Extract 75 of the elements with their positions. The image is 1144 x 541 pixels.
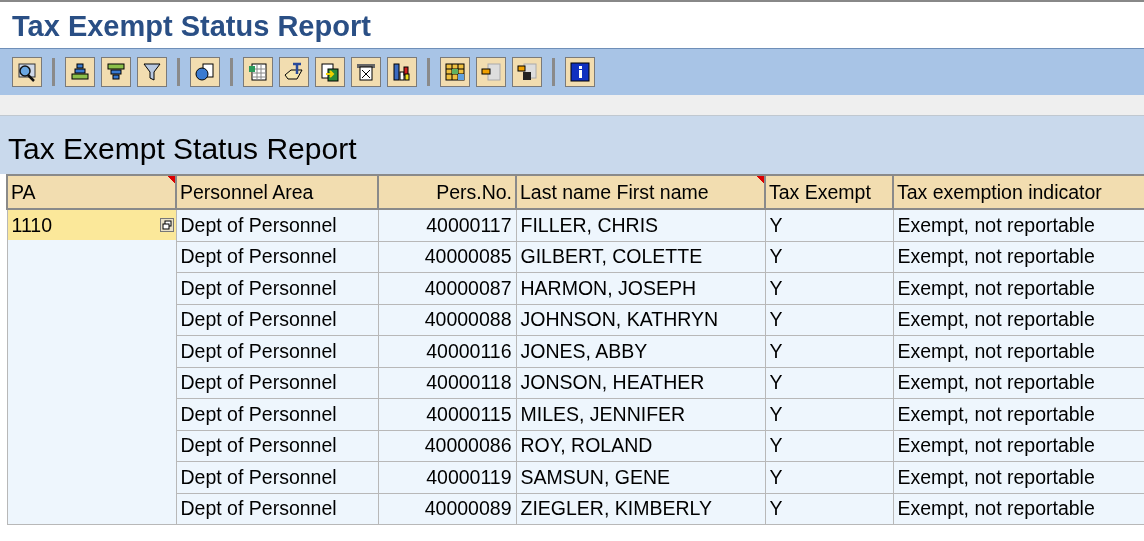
- column-header[interactable]: Tax Exempt: [765, 175, 893, 209]
- table-cell: Y: [765, 398, 893, 430]
- sort-ascending-icon[interactable]: [65, 57, 95, 87]
- group-cell[interactable]: 1110: [7, 210, 176, 240]
- table-cell: 40000087: [378, 272, 516, 304]
- details-icon[interactable]: [12, 57, 42, 87]
- layout-grid-icon[interactable]: [440, 57, 470, 87]
- report-title: Tax Exempt Status Report: [0, 116, 1144, 174]
- word-processing-icon[interactable]: [279, 57, 309, 87]
- table-cell: Dept of Personnel: [176, 367, 378, 399]
- table-cell: Exempt, not reportable: [893, 241, 1144, 273]
- table-cell: Exempt, not reportable: [893, 367, 1144, 399]
- column-header[interactable]: Personnel Area: [176, 175, 378, 209]
- document-icon[interactable]: [351, 57, 381, 87]
- table-cell: 40000117: [378, 209, 516, 241]
- save-layout-icon[interactable]: [512, 57, 542, 87]
- table-cell: FILLER, CHRIS: [516, 209, 765, 241]
- table-cell: Exempt, not reportable: [893, 430, 1144, 462]
- expand-icon[interactable]: [159, 218, 174, 232]
- column-header[interactable]: Last name First name: [516, 175, 765, 209]
- table-cell: 40000088: [378, 304, 516, 336]
- table-cell: Exempt, not reportable: [893, 493, 1144, 525]
- table-cell: Dept of Personnel: [176, 304, 378, 336]
- table-cell: Exempt, not reportable: [893, 209, 1144, 241]
- spreadsheet-icon[interactable]: [243, 57, 273, 87]
- table-cell: Dept of Personnel: [176, 209, 378, 241]
- table-cell: 40000086: [378, 430, 516, 462]
- table-cell: MILES, JENNIFER: [516, 398, 765, 430]
- table-cell: JONSON, HEATHER: [516, 367, 765, 399]
- table-cell: Dept of Personnel: [176, 430, 378, 462]
- table-cell: Exempt, not reportable: [893, 461, 1144, 493]
- table-cell: 40000089: [378, 493, 516, 525]
- table-cell: Dept of Personnel: [176, 272, 378, 304]
- table-cell: Dept of Personnel: [176, 241, 378, 273]
- table-cell: Y: [765, 430, 893, 462]
- print-preview-icon[interactable]: [190, 57, 220, 87]
- table-cell: Y: [765, 335, 893, 367]
- table-cell: JOHNSON, KATHRYN: [516, 304, 765, 336]
- table-cell: Y: [765, 367, 893, 399]
- table-cell: Y: [765, 209, 893, 241]
- export-icon[interactable]: [315, 57, 345, 87]
- table-cell: Y: [765, 304, 893, 336]
- table-cell: ROY, ROLAND: [516, 430, 765, 462]
- table-cell: Y: [765, 272, 893, 304]
- table-cell: Exempt, not reportable: [893, 335, 1144, 367]
- table-cell: Dept of Personnel: [176, 398, 378, 430]
- table-cell: 40000115: [378, 398, 516, 430]
- page-title: Tax Exempt Status Report: [11, 9, 372, 44]
- column-header[interactable]: PA: [7, 175, 176, 209]
- table-cell: GILBERT, COLETTE: [516, 241, 765, 273]
- table-cell: Dept of Personnel: [176, 493, 378, 525]
- column-header[interactable]: Tax exemption indicator: [893, 175, 1144, 209]
- table-cell: 40000116: [378, 335, 516, 367]
- table-cell: Exempt, not reportable: [893, 304, 1144, 336]
- table-cell: JONES, ABBY: [516, 335, 765, 367]
- bar-chart-icon[interactable]: [387, 57, 417, 87]
- table-cell: ZIEGLER, KIMBERLY: [516, 493, 765, 525]
- table-cell: SAMSUN, GENE: [516, 461, 765, 493]
- table-cell: Y: [765, 493, 893, 525]
- table-cell: 40000119: [378, 461, 516, 493]
- filter-icon[interactable]: [137, 57, 167, 87]
- table-cell: Exempt, not reportable: [893, 398, 1144, 430]
- info-icon[interactable]: [565, 57, 595, 87]
- table-cell: Y: [765, 461, 893, 493]
- table-cell: Dept of Personnel: [176, 335, 378, 367]
- table-cell: HARMON, JOSEPH: [516, 272, 765, 304]
- table-cell: Y: [765, 241, 893, 273]
- table-cell: 1110: [11, 213, 52, 237]
- column-header[interactable]: Pers.No.: [378, 175, 516, 209]
- table-cell: 40000118: [378, 367, 516, 399]
- select-layout-icon[interactable]: [476, 57, 506, 87]
- table-cell: Dept of Personnel: [176, 461, 378, 493]
- table-cell: Exempt, not reportable: [893, 272, 1144, 304]
- table-cell: 40000085: [378, 241, 516, 273]
- sort-descending-icon[interactable]: [101, 57, 131, 87]
